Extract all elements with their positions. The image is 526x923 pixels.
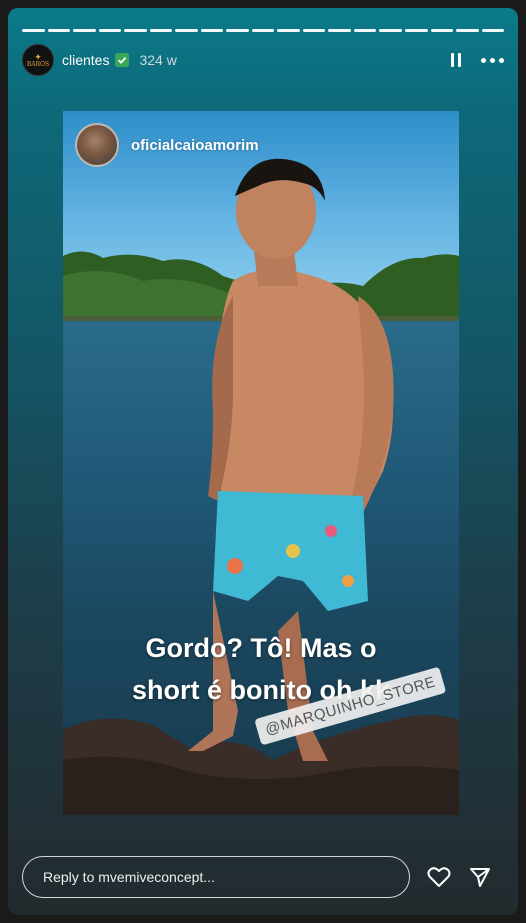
post-time: 324 w — [139, 52, 177, 68]
progress-segment — [22, 29, 45, 32]
avatar-logo-text: BAROS — [26, 60, 50, 68]
progress-segment — [226, 29, 249, 32]
progress-segment — [481, 29, 505, 32]
progress-segment — [456, 29, 479, 32]
reply-placeholder: Reply to mvemiveconcept... — [43, 869, 215, 885]
account-avatar[interactable]: ✦ BAROS — [22, 44, 54, 76]
verified-icon — [115, 53, 130, 67]
progress-segment — [251, 29, 275, 32]
heart-icon[interactable] — [427, 866, 451, 893]
story-header: ✦ BAROS clientes 324 w — [22, 43, 504, 77]
pause-icon[interactable] — [451, 53, 461, 67]
progress-segment — [200, 29, 224, 32]
progress-segment — [73, 29, 96, 32]
account-name[interactable]: clientes — [62, 52, 109, 68]
progress-segment — [47, 29, 71, 32]
progress-segment — [175, 29, 198, 32]
progress-segment — [404, 29, 428, 32]
bird-logo-icon: ✦ — [34, 51, 42, 62]
more-icon[interactable] — [481, 57, 504, 63]
send-icon[interactable] — [469, 866, 491, 893]
author-avatar[interactable] — [75, 123, 119, 167]
progress-segment — [98, 29, 122, 32]
reply-input[interactable]: Reply to mvemiveconcept... — [22, 856, 410, 898]
story-viewer: ✦ BAROS clientes 324 w oficialcaioamorim… — [8, 8, 518, 915]
progress-segment — [277, 29, 300, 32]
progress-segment — [124, 29, 147, 32]
progress-segment — [302, 29, 326, 32]
progress-segment — [353, 29, 377, 32]
progress-segment — [379, 29, 402, 32]
caption-line-1: Gordo? Tô! Mas o — [145, 633, 377, 663]
story-progress-bar — [22, 29, 505, 32]
story-author[interactable]: oficialcaioamorim — [75, 123, 259, 167]
story-media[interactable]: oficialcaioamorim Gordo? Tô! Mas o short… — [63, 111, 459, 815]
progress-segment — [149, 29, 173, 32]
progress-segment — [328, 29, 351, 32]
author-name[interactable]: oficialcaioamorim — [131, 137, 259, 154]
progress-segment — [430, 29, 454, 32]
